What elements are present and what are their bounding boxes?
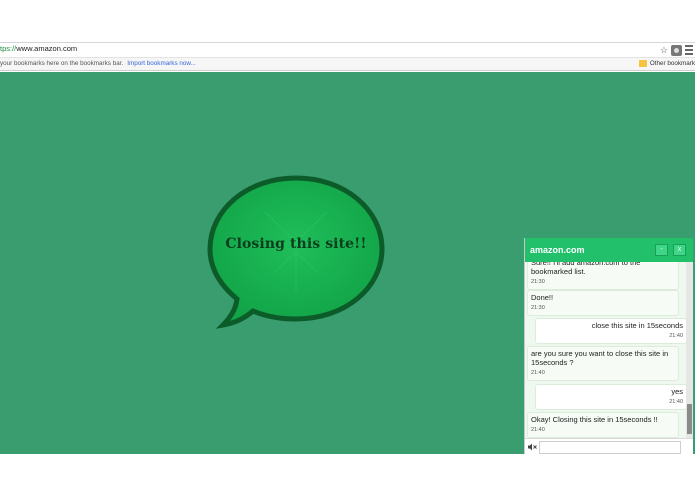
message-text: close this site in 15seconds — [591, 321, 683, 330]
message-time: 21:40 — [669, 333, 683, 339]
chat-message: Done!! 21:30 — [527, 290, 679, 316]
chat-message-input[interactable] — [539, 441, 681, 454]
top-blank-area — [0, 0, 695, 42]
chat-message: Sure!! I'll add amazon.com to the bookma… — [527, 262, 679, 290]
chat-messages: Sure!! I'll add amazon.com to the bookma… — [525, 262, 693, 438]
import-bookmarks-link[interactable]: Import bookmarks now... — [127, 60, 196, 67]
chat-message: yes 21:40 — [535, 384, 687, 410]
message-text: Done!! — [531, 293, 554, 302]
chat-message: Okay! Closing this site in 15seconds !! … — [527, 412, 679, 438]
message-time: 21:30 — [531, 305, 545, 311]
other-bookmarks-label: Other bookmark — [649, 60, 695, 67]
message-text: Okay! Closing this site in 15seconds !! — [531, 415, 658, 424]
other-bookmarks-button[interactable]: Other bookmark — [638, 60, 695, 67]
chat-widget: amazon.com - x Sure!! I'll add amazon.co… — [524, 238, 693, 454]
folder-icon — [638, 60, 647, 67]
close-button[interactable]: x — [673, 244, 686, 256]
chat-scroll-thumb[interactable] — [687, 404, 692, 434]
message-time: 21:40 — [531, 427, 545, 433]
browser-menu-icon[interactable] — [685, 44, 693, 56]
chat-message: are you sure you want to close this site… — [527, 346, 679, 381]
bookmarks-hint-text: your bookmarks here on the bookmarks bar… — [0, 60, 124, 67]
address-bar[interactable]: tps://www.amazon.com ☆ — [0, 42, 695, 57]
chat-input-row — [525, 438, 693, 454]
chat-title: amazon.com — [530, 245, 585, 255]
bookmarks-bar: your bookmarks here on the bookmarks bar… — [0, 57, 695, 71]
closing-message: Closing this site!! — [225, 236, 367, 252]
speech-bubble: Closing this site!! — [205, 172, 387, 332]
message-text: yes — [671, 387, 683, 396]
address-bar-icons: ☆ — [660, 43, 695, 57]
message-time: 21:30 — [531, 279, 545, 285]
chat-header: amazon.com - x — [525, 238, 693, 262]
url-text[interactable]: tps://www.amazon.com — [0, 44, 77, 53]
bottom-blank-area — [0, 454, 695, 494]
message-time: 21:40 — [531, 370, 545, 376]
chat-scrollbar[interactable] — [686, 262, 693, 438]
url-host: www.amazon.com — [16, 44, 78, 53]
chat-message: close this site in 15seconds 21:40 — [535, 318, 687, 344]
speaker-mute-icon[interactable] — [528, 443, 537, 451]
url-scheme: tps:// — [0, 44, 17, 53]
extension-icon[interactable] — [671, 44, 682, 56]
message-text: are you sure you want to close this site… — [531, 349, 669, 367]
bookmarks-hint: your bookmarks here on the bookmarks bar… — [0, 60, 196, 67]
message-time: 21:40 — [669, 399, 683, 405]
speech-bubble-graphic — [207, 175, 385, 329]
message-text: Sure!! I'll add amazon.com to the bookma… — [531, 262, 641, 276]
minimize-button[interactable]: - — [655, 244, 668, 256]
bookmark-star-icon[interactable]: ☆ — [660, 43, 668, 57]
